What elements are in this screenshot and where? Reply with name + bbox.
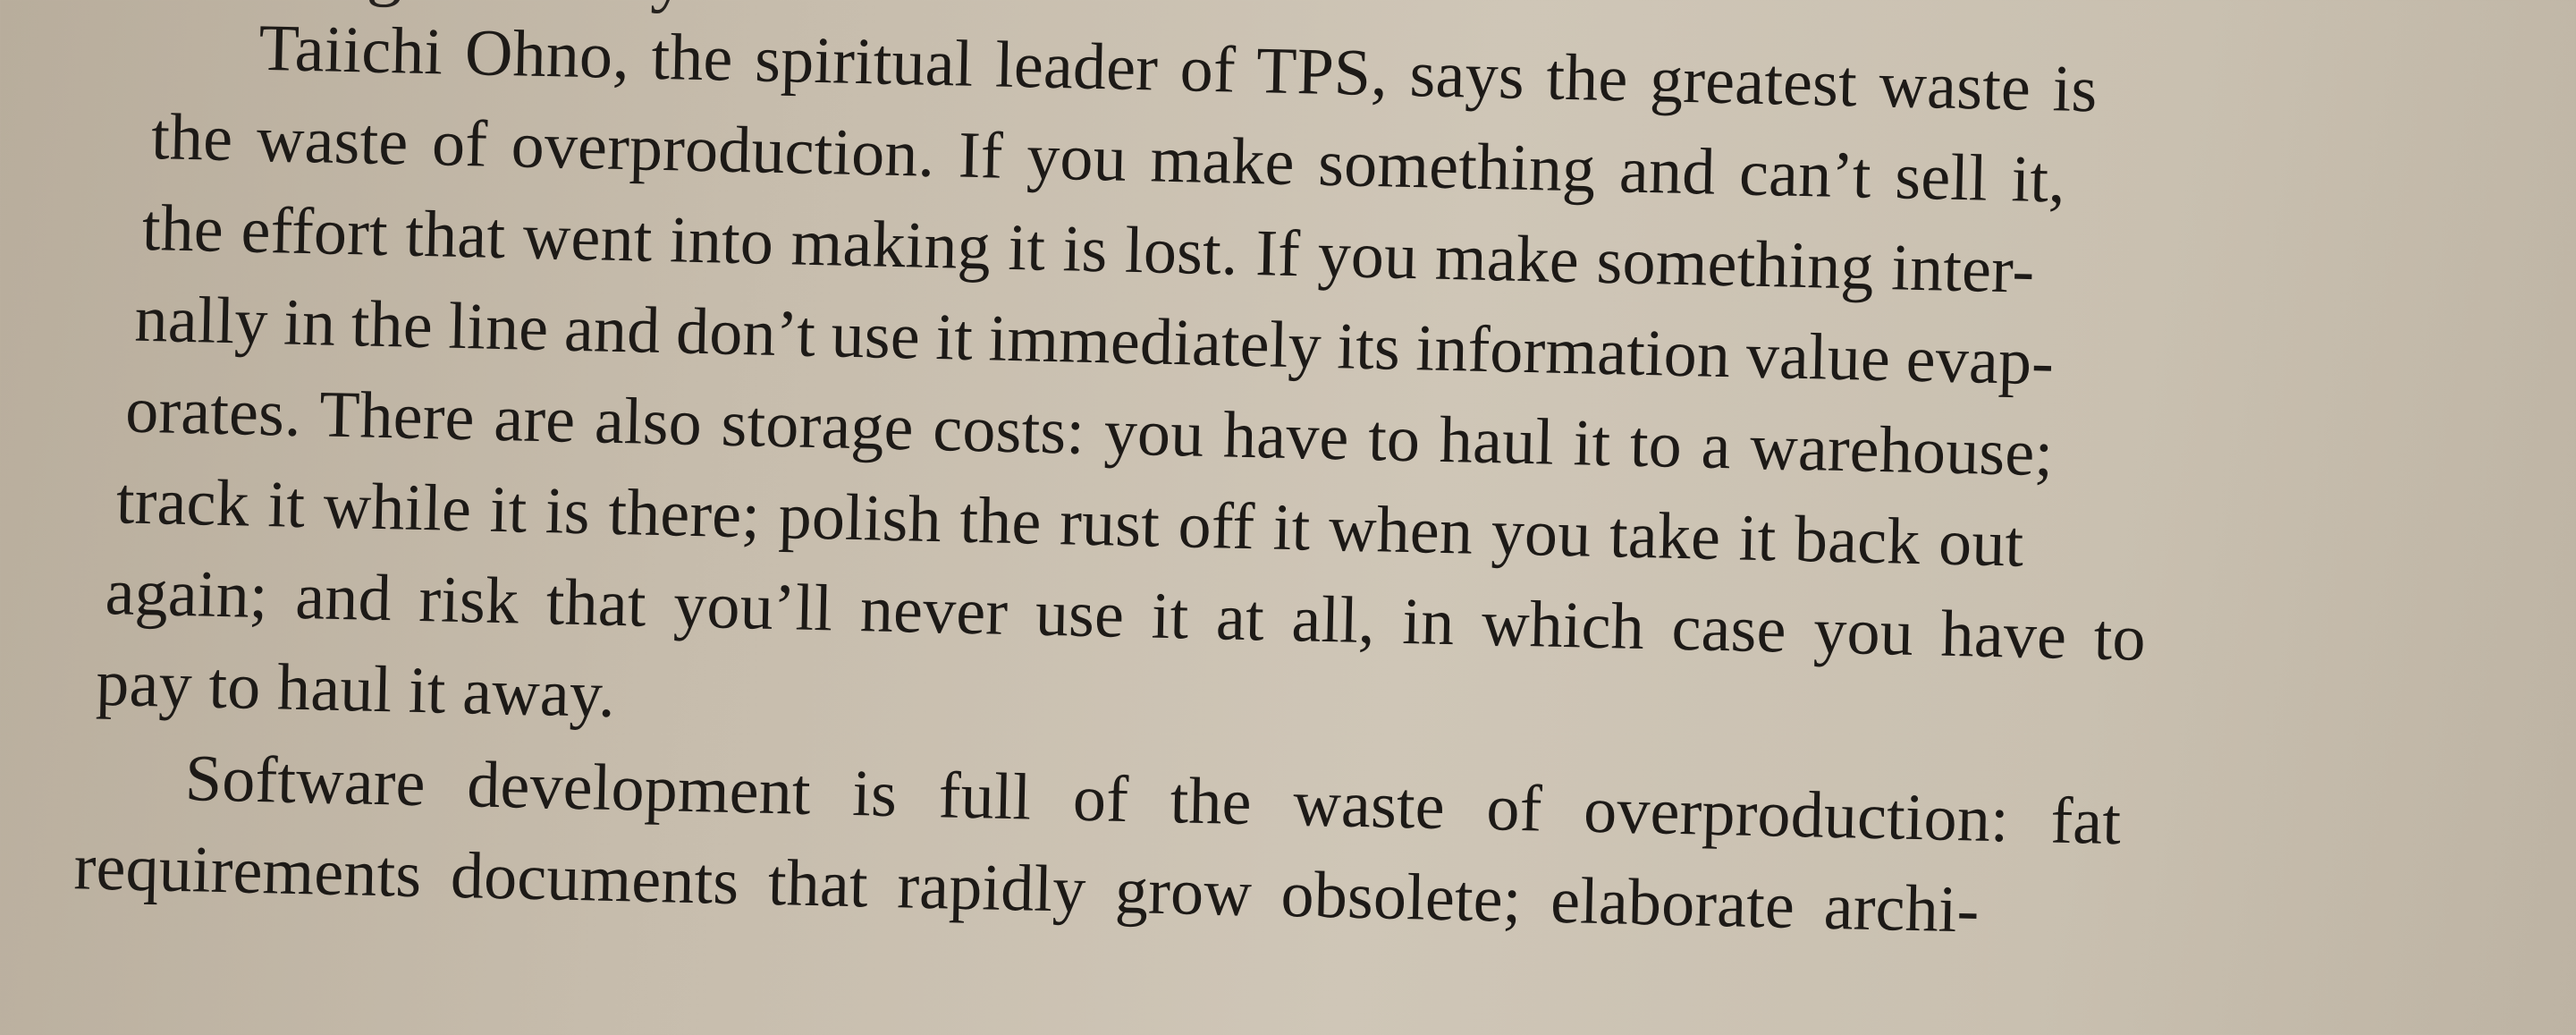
- partial-top-line: working smoothly.”: [164, 0, 733, 16]
- book-page: working smoothly.” Taiichi Ohno, the spi…: [0, 0, 2576, 1035]
- text-line-8: pay to haul it away.: [95, 646, 616, 732]
